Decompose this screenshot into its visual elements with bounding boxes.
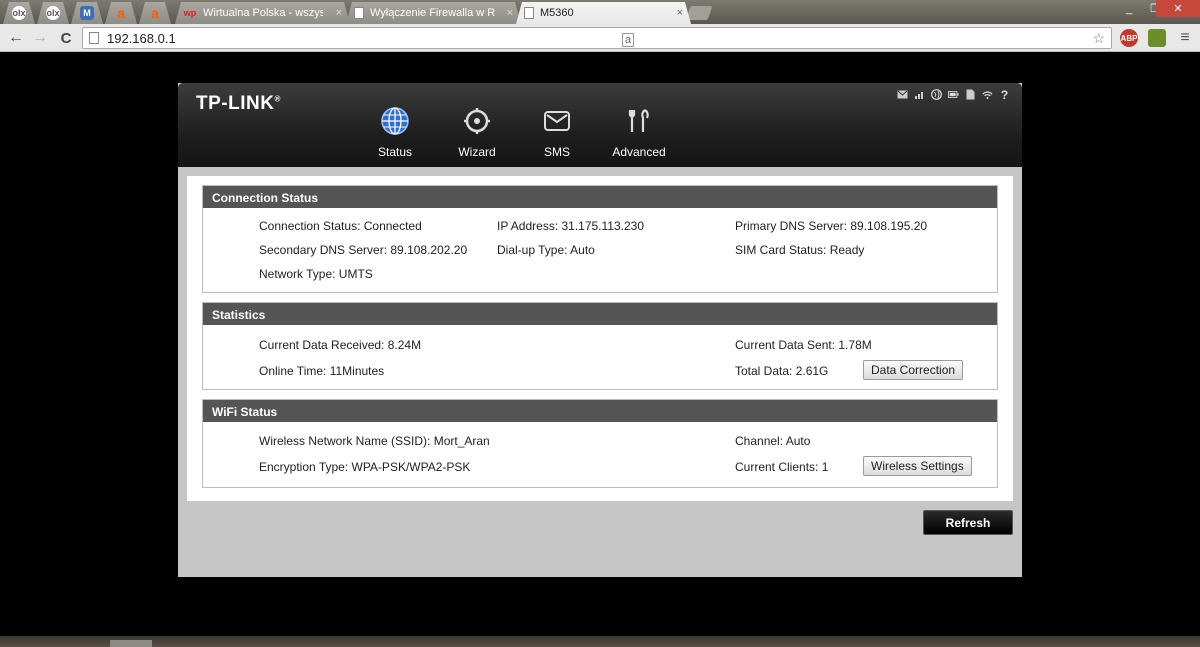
tab-pinned-allegro-1[interactable]: a [105,2,137,24]
nav-wizard[interactable]: Wizard [442,105,512,159]
sim-status-value: SIM Card Status: Ready [735,243,865,257]
page-icon [89,32,99,44]
wp-icon: wp [183,8,197,18]
tab-pinned-allegro-2[interactable]: a [139,2,171,24]
globe-icon [379,105,411,137]
tab-strip: olx olx M a a wp Wirtualna Polska - wszy… [0,0,1200,24]
tab-close-icon[interactable]: × [507,7,513,19]
envelope-icon [541,105,573,137]
encryption-type-value: Encryption Type: WPA-PSK/WPA2-PSK [259,460,471,474]
nav-status[interactable]: Status [360,105,430,159]
nav-advanced[interactable]: Advanced [604,105,674,159]
gmail-icon: M [80,6,94,20]
back-button[interactable]: ← [6,28,26,48]
section-title: WiFi Status [203,400,997,422]
ssid-value: Wireless Network Name (SSID): Mort_Aran [259,434,490,448]
data-correction-button[interactable]: Data Correction [863,360,964,380]
page-icon [524,7,534,19]
tools-icon [623,105,655,137]
sms-icon[interactable] [897,89,908,100]
tab-firewall[interactable]: Wyłączenie Firewalla w Ro × [346,2,521,24]
wizard-icon [461,105,493,137]
router-panel: TP-LINK® Status Wizard SMS Advanced ? Co… [178,83,1022,577]
section-title: Statistics [203,303,997,325]
olx-icon: olx [12,8,26,18]
taskbar-item[interactable] [110,640,152,647]
tab-pinned-gmail[interactable]: M [71,2,103,24]
new-tab-button[interactable] [685,6,713,20]
primary-dns-value: Primary DNS Server: 89.108.195.20 [735,219,928,233]
tab-wirtualna-polska[interactable]: wp Wirtualna Polska - wszystk × [175,2,350,24]
refresh-button[interactable]: Refresh [923,510,1013,535]
connection-status-value: Connection Status: Connected [259,219,422,233]
router-header: TP-LINK® Status Wizard SMS Advanced ? [178,83,1022,167]
nav-label: Status [377,145,413,159]
allegro-icon: a [117,5,125,21]
tp-link-logo: TP-LINK® [196,93,281,114]
internet-icon [931,89,942,100]
reload-button[interactable]: C [56,28,76,48]
translate-icon[interactable]: a [622,30,640,47]
tab-close-icon[interactable]: × [336,7,342,19]
tab-label: Wirtualna Polska - wszystk [203,7,323,19]
status-icon-bar: ? [897,88,1010,102]
network-type-value: Network Type: UMTS [259,267,373,281]
wifi-status-section: WiFi Status Wireless Network Name (SSID)… [202,399,998,488]
channel-value: Channel: Auto [735,434,811,448]
online-time-value: Online Time: 11Minutes [259,364,385,378]
taskbar [0,636,1200,647]
bookmark-star-icon[interactable]: ☆ [1092,30,1105,47]
current-clients-value: Current Clients: 1 [735,460,829,474]
help-icon[interactable]: ? [999,88,1010,102]
minimize-button[interactable]: _ [1116,0,1142,17]
page-icon [354,7,364,19]
sim-icon [965,89,976,100]
battery-icon [948,89,959,100]
tab-label: Wyłączenie Firewalla w Ro [370,7,495,19]
statistics-section: Statistics Current Data Received: 8.24M … [202,302,998,390]
tab-label: M5360 [540,7,574,19]
tab-pinned-olx-1[interactable]: olx [3,2,35,24]
nav-label: SMS [543,145,570,159]
menu-icon[interactable]: ≡ [1176,29,1194,47]
data-received-value: Current Data Received: 8.24M [259,338,422,352]
tab-pinned-olx-2[interactable]: olx [37,2,69,24]
tab-m5360[interactable]: M5360 × [516,2,691,24]
section-title: Connection Status [203,186,997,208]
address-bar[interactable]: 192.168.0.1 a ☆ [82,27,1112,49]
olx-icon: olx [46,8,60,18]
content-area: Connection Status Connection Status: Con… [187,176,1013,501]
adblock-plus-icon[interactable]: ABP [1120,29,1138,47]
connection-status-section: Connection Status Connection Status: Con… [202,185,998,293]
allegro-icon: a [151,5,159,21]
tab-close-icon[interactable]: × [677,7,683,19]
forward-button[interactable]: → [30,28,50,48]
extension-icon[interactable] [1148,29,1166,47]
total-data-value: Total Data: 2.61G [735,364,829,378]
wifi-icon [982,89,993,100]
dialup-type-value: Dial-up Type: Auto [497,243,595,257]
url-text[interactable]: 192.168.0.1 [107,31,176,46]
browser-toolbar: ← → C 192.168.0.1 a ☆ ABP ≡ [0,24,1200,52]
wireless-settings-button[interactable]: Wireless Settings [863,456,972,476]
nav-label: Advanced [612,145,666,159]
close-window-button[interactable]: ✕ [1156,0,1200,17]
signal-icon [914,89,925,100]
secondary-dns-value: Secondary DNS Server: 89.108.202.20 [259,243,468,257]
ip-address-value: IP Address: 31.175.113.230 [497,219,645,233]
data-sent-value: Current Data Sent: 1.78M [735,338,872,352]
nav-sms[interactable]: SMS [522,105,592,159]
nav-label: Wizard [458,145,496,159]
